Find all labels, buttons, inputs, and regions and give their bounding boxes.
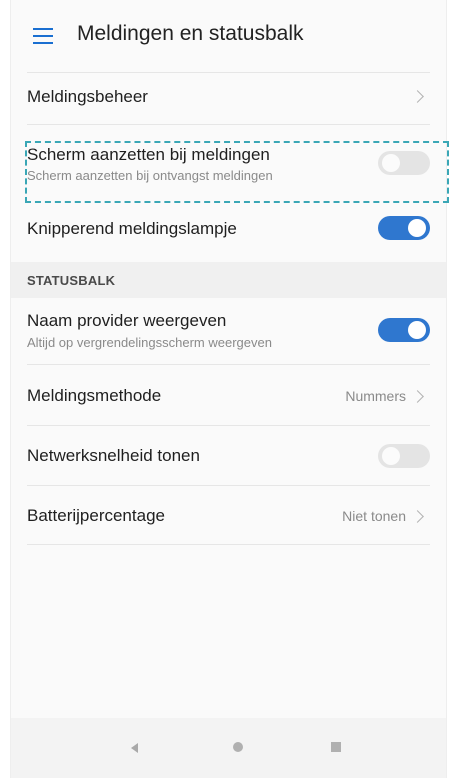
- row-meldingsmethode[interactable]: Meldingsmethode Nummers: [11, 365, 446, 425]
- row-label: Meldingsbeheer: [27, 87, 148, 106]
- recent-apps-icon[interactable]: [331, 742, 341, 752]
- chevron-right-icon: [411, 510, 424, 523]
- toggle-knob: [408, 321, 426, 339]
- row-label: Naam provider weergeven: [27, 311, 227, 330]
- row-label: Knipperend meldingslampje: [27, 219, 237, 238]
- row-label: Netwerksnelheid tonen: [27, 446, 200, 465]
- page-title: Meldingen en statusbalk: [77, 22, 304, 45]
- row-label: Batterijpercentage: [27, 506, 165, 525]
- toggle-knob: [382, 447, 400, 465]
- chevron-right-icon: [411, 390, 424, 403]
- chevron-right-icon: [411, 90, 424, 103]
- row-sublabel: Altijd op vergrendelingsscherm weergeven: [27, 335, 272, 350]
- toggle-knob: [408, 219, 426, 237]
- menu-icon[interactable]: [33, 28, 53, 44]
- knipperend-toggle[interactable]: [378, 216, 430, 240]
- app-bar: Meldingen en statusbalk: [11, 0, 446, 72]
- highlight-box: [25, 141, 449, 203]
- section-header: STATUSBALK: [11, 262, 446, 298]
- settings-screen: Meldingen en statusbalk Meldingsbeheer S…: [10, 0, 449, 778]
- row-knipperend[interactable]: Knipperend meldingslampje: [11, 205, 446, 255]
- netwerksnelheid-toggle[interactable]: [378, 444, 430, 468]
- navigation-bar: [11, 718, 446, 778]
- row-meldingsbeheer[interactable]: Meldingsbeheer: [11, 73, 446, 123]
- row-value: Nummers: [345, 388, 406, 404]
- back-icon[interactable]: [131, 743, 138, 753]
- row-value: Niet tonen: [342, 508, 406, 524]
- row-label: Meldingsmethode: [27, 386, 162, 405]
- section-label: STATUSBALK: [27, 273, 116, 288]
- home-icon[interactable]: [233, 742, 243, 752]
- row-netwerksnelheid[interactable]: Netwerksnelheid tonen: [11, 426, 446, 484]
- naam-provider-toggle[interactable]: [378, 318, 430, 342]
- row-naam-provider[interactable]: Naam provider weergeven Altijd op vergre…: [11, 299, 446, 361]
- divider: [27, 544, 430, 545]
- row-batterijpercentage[interactable]: Batterijpercentage Niet tonen: [11, 486, 446, 544]
